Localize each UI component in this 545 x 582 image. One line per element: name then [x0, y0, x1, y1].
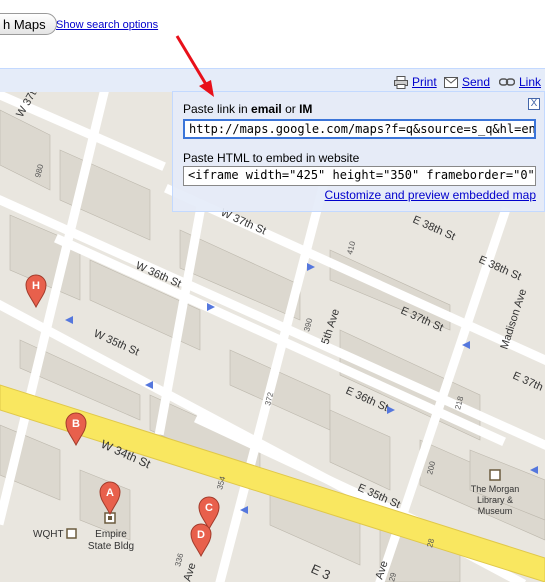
annotation-arrow: [175, 35, 214, 97]
arrow-head-icon: [199, 80, 214, 97]
